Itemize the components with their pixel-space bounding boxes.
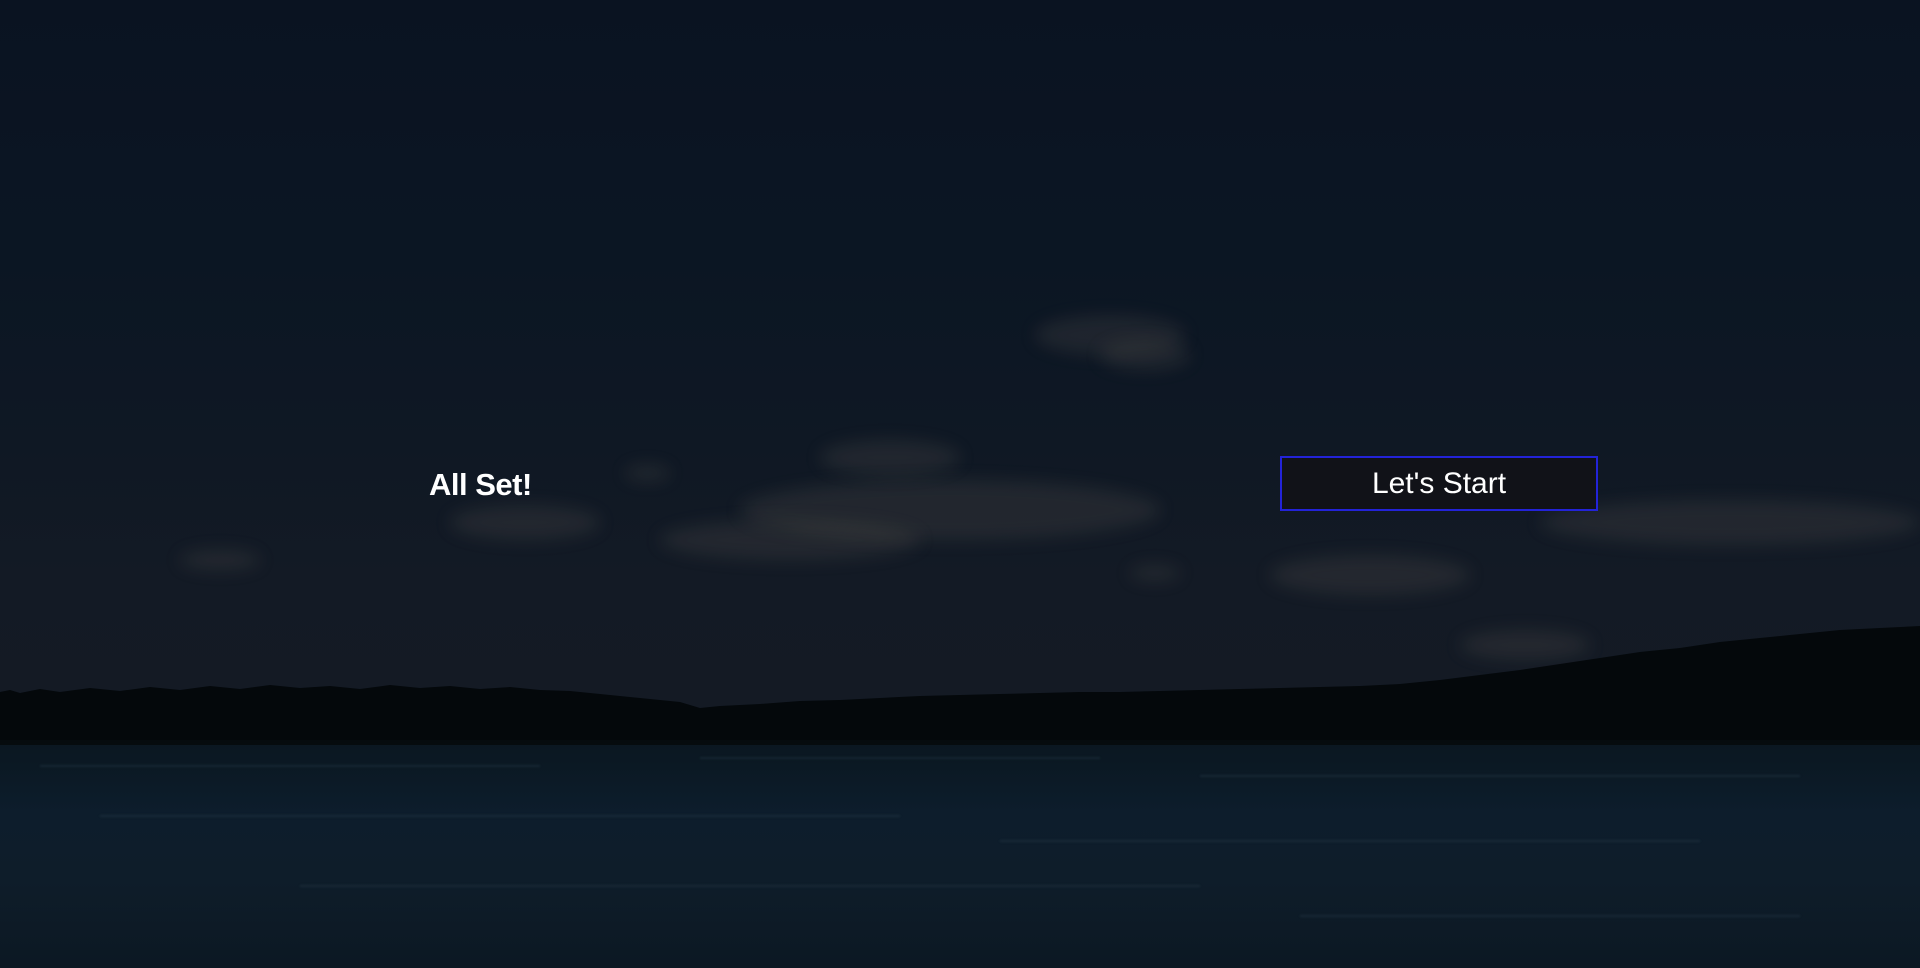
onboarding-screen: All Set! Let's Start: [0, 0, 1920, 968]
background-dim-overlay: [0, 0, 1920, 968]
lets-start-button[interactable]: Let's Start: [1280, 456, 1598, 511]
page-title: All Set!: [429, 467, 532, 502]
